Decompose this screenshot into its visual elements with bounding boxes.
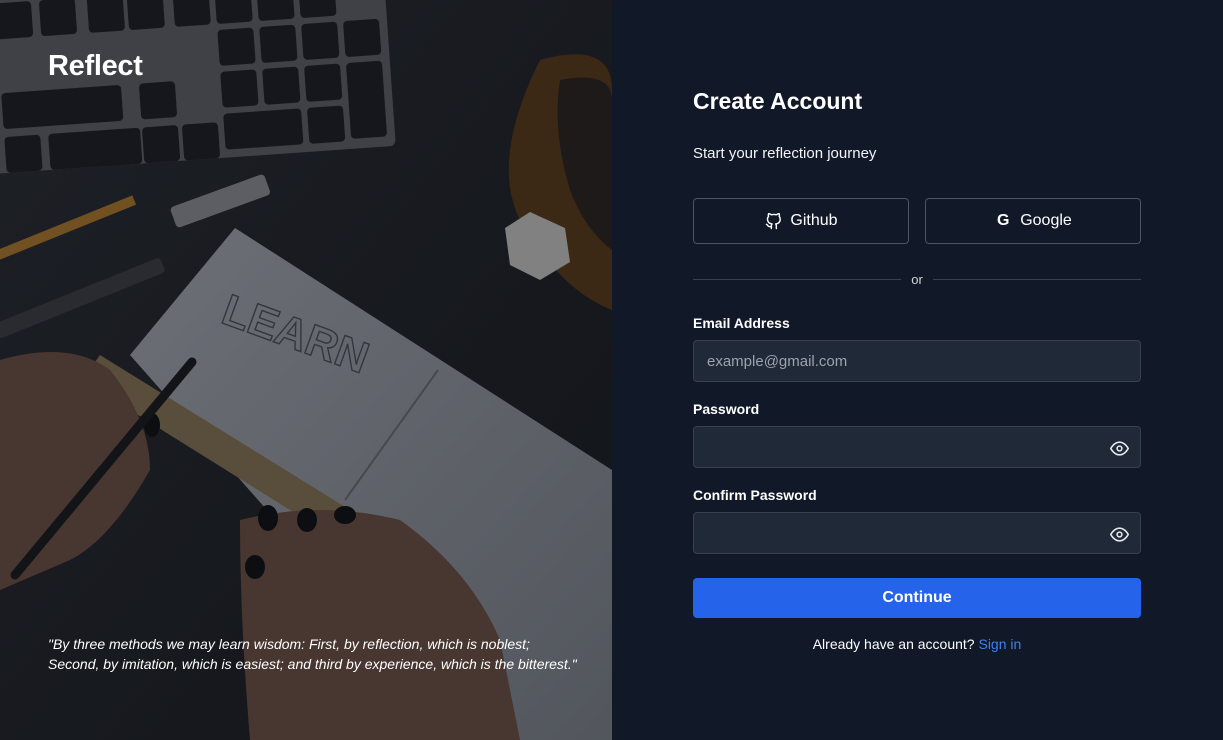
signin-row: Already have an account? Sign in: [693, 636, 1141, 652]
hero-image: LEARN: [0, 0, 612, 740]
google-button-label: Google: [1020, 212, 1072, 229]
email-field-wrapper: [693, 340, 1141, 382]
confirm-password-field[interactable]: [694, 513, 1140, 553]
password-field[interactable]: [694, 427, 1140, 467]
github-button-label: Github: [790, 212, 838, 229]
page-subtitle: Start your reflection journey: [693, 145, 877, 162]
eye-icon[interactable]: [1109, 524, 1129, 544]
github-button[interactable]: Github: [693, 198, 909, 244]
continue-button[interactable]: Continue: [693, 578, 1141, 618]
password-field-wrapper: [693, 426, 1141, 468]
divider-line-left: [693, 278, 902, 280]
signup-panel: Create Account Start your reflection jou…: [612, 0, 1223, 740]
hero-quote: "By three methods we may learn wisdom: F…: [48, 636, 577, 672]
brand-logo: Reflect: [48, 50, 143, 82]
email-label: Email Address: [693, 315, 790, 331]
eye-icon[interactable]: [1109, 438, 1129, 458]
signin-link[interactable]: Sign in: [978, 636, 1021, 652]
email-field[interactable]: [694, 341, 1140, 381]
github-icon: [764, 212, 782, 230]
or-divider: or: [693, 270, 1141, 288]
confirm-password-field-wrapper: [693, 512, 1141, 554]
oauth-buttons: Github G Google: [693, 198, 1141, 244]
hero-panel: LEARN Reflect "By three methods we may l…: [0, 0, 612, 740]
password-label: Password: [693, 401, 760, 417]
divider-line-right: [932, 278, 1141, 280]
google-icon: G: [996, 212, 1010, 229]
signin-prompt: Already have an account?: [812, 636, 975, 652]
google-button[interactable]: G Google: [925, 198, 1141, 244]
divider-text: or: [911, 271, 923, 287]
page-title: Create Account: [693, 88, 863, 114]
confirm-password-label: Confirm Password: [693, 487, 817, 503]
